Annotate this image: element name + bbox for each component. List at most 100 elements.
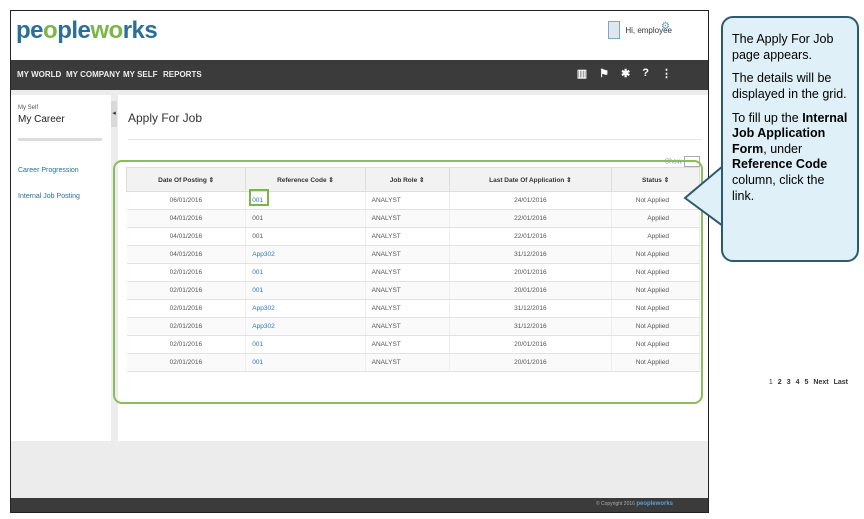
cell-date-of-posting: 06/01/2016 xyxy=(126,191,247,210)
cell-reference-code: 001 xyxy=(245,335,366,354)
help-icon[interactable]: ? xyxy=(642,67,649,80)
reference-code-link[interactable]: 001 xyxy=(252,287,263,294)
reference-code-link[interactable]: 001 xyxy=(252,359,263,366)
cell-date-of-posting: 04/01/2016 xyxy=(126,209,247,228)
callout-text: To fill up the xyxy=(732,110,803,125)
cell-last-date: 31/12/2016 xyxy=(449,317,613,336)
grid-header-row: Date Of Posting ⇕ Reference Code ⇕ Job R… xyxy=(125,167,700,192)
cell-reference-code: 001 xyxy=(245,281,366,300)
cell-last-date: 20/01/2016 xyxy=(449,281,613,300)
footer: © Copyright 2016 peopleworks xyxy=(11,498,708,512)
flag-icon[interactable]: ⚑ xyxy=(599,67,609,80)
book-icon[interactable]: ▥ xyxy=(577,67,587,80)
cell-status: Not Applied xyxy=(611,353,700,372)
cell-job-role: ANALYST xyxy=(365,191,450,210)
col-date-of-posting[interactable]: Date Of Posting ⇕ xyxy=(125,167,247,192)
logo-part: ple xyxy=(57,17,91,44)
cell-last-date: 22/01/2016 xyxy=(449,209,613,228)
cell-reference-code: App302 xyxy=(245,317,366,336)
cell-job-role: ANALYST xyxy=(365,353,450,372)
logo-part: o xyxy=(43,17,58,44)
footer-brand: peopleworks xyxy=(636,501,673,507)
cell-date-of-posting: 04/01/2016 xyxy=(126,245,247,264)
last-page-button[interactable]: Last xyxy=(834,379,848,386)
cell-last-date: 20/01/2016 xyxy=(449,263,613,282)
cell-job-role: ANALYST xyxy=(365,245,450,264)
page-4[interactable]: 4 xyxy=(796,379,800,386)
grid-body: 06/01/2016 001 ANALYST 24/01/2016 Not Applie… xyxy=(126,191,700,372)
page-5[interactable]: 5 xyxy=(805,379,809,386)
cell-date-of-posting: 02/01/2016 xyxy=(126,335,247,354)
gear-icon[interactable]: ⚙ xyxy=(661,21,670,32)
sidebar-breadcrumb: My Self xyxy=(18,105,39,111)
table-row: 04/01/2016 001 ANALYST 22/01/2016 Applied xyxy=(126,227,700,246)
nav-reports[interactable]: REPORTS xyxy=(163,70,202,79)
tools-icon[interactable]: ✱ xyxy=(621,67,630,80)
cell-status: Not Applied xyxy=(611,263,700,282)
cell-reference-code: App302 xyxy=(245,245,366,264)
cell-date-of-posting: 02/01/2016 xyxy=(126,317,247,336)
table-row: 02/01/2016 001 ANALYST 20/01/2016 Not Applie… xyxy=(126,353,700,372)
page-1[interactable]: 1 xyxy=(769,379,773,386)
logo-part: o xyxy=(108,17,124,44)
reference-code-link[interactable]: App302 xyxy=(252,305,274,312)
reference-code-link[interactable]: App302 xyxy=(252,251,274,258)
cell-reference-code: 001 xyxy=(245,227,366,246)
collapse-sidebar-handle[interactable]: ◂ xyxy=(111,101,117,127)
sidebar-item-career-progression[interactable]: Career Progression xyxy=(18,167,79,174)
reference-code-link[interactable]: 001 xyxy=(252,341,263,348)
cell-status: Not Applied xyxy=(611,245,700,264)
divider xyxy=(18,138,102,141)
cell-date-of-posting: 02/01/2016 xyxy=(126,281,247,300)
cell-job-role: ANALYST xyxy=(365,209,450,228)
callout-emphasis: Reference Code xyxy=(732,157,828,172)
table-row: 02/01/2016 App302 ANALYST 31/12/2016 Not App… xyxy=(126,317,700,336)
cell-reference-code: 001 xyxy=(245,209,366,228)
top-nav: MY WORLD MY COMPANY MY SELF REPORTS ▥ ⚑ … xyxy=(11,60,708,90)
page-2[interactable]: 2 xyxy=(778,379,782,386)
nav-icon-bar: ▥ ⚑ ✱ ? ⋮ xyxy=(577,67,672,80)
copyright-text: © Copyright 2016 xyxy=(595,501,635,507)
logo-part: rks xyxy=(122,17,158,44)
job-grid: Date Of Posting ⇕ Reference Code ⇕ Job R… xyxy=(125,167,700,372)
col-job-role[interactable]: Job Role ⇕ xyxy=(364,167,450,192)
logo-part: pe xyxy=(16,17,44,44)
cell-date-of-posting: 02/01/2016 xyxy=(126,263,247,282)
logo-part: w xyxy=(90,17,109,44)
col-reference-code[interactable]: Reference Code ⇕ xyxy=(245,167,366,192)
nav-my-world[interactable]: MY WORLD xyxy=(17,70,61,79)
callout-text: column, click the link. xyxy=(732,173,825,203)
sidebar-item-internal-job-posting[interactable]: Internal Job Posting xyxy=(18,193,80,200)
cell-date-of-posting: 04/01/2016 xyxy=(126,227,247,246)
cell-status: Not Applied xyxy=(611,299,700,318)
callout-text-3: To fill up the Internal Job Application … xyxy=(732,111,849,205)
next-page-button[interactable]: Next xyxy=(813,379,828,386)
share-icon[interactable]: ⋮ xyxy=(661,67,672,80)
table-row: 02/01/2016 001 ANALYST 20/01/2016 Not Applie… xyxy=(126,281,700,300)
cell-date-of-posting: 02/01/2016 xyxy=(126,299,247,318)
cell-date-of-posting: 02/01/2016 xyxy=(126,353,247,372)
cell-job-role: ANALYST xyxy=(365,317,450,336)
avatar xyxy=(608,21,621,39)
table-row: 02/01/2016 001 ANALYST 20/01/2016 Not Applie… xyxy=(126,335,700,354)
page-3[interactable]: 3 xyxy=(787,379,791,386)
nav-my-company[interactable]: MY COMPANY xyxy=(66,70,120,79)
cell-job-role: ANALYST xyxy=(365,263,450,282)
table-row: 04/01/2016 App302 ANALYST 31/12/2016 Not App… xyxy=(126,245,700,264)
callout-text: , under xyxy=(763,141,803,156)
divider xyxy=(128,139,702,140)
peopleworks-logo[interactable]: peopleworks xyxy=(16,17,158,45)
callout-text-1: The Apply For Job page appears. xyxy=(732,32,834,62)
nav-my-self[interactable]: MY SELF xyxy=(123,70,158,79)
col-last-date[interactable]: Last Date Of Application ⇕ xyxy=(448,167,613,192)
cell-status: Not Applied xyxy=(611,317,700,336)
cell-last-date: 22/01/2016 xyxy=(449,227,613,246)
footer-copyright: © Copyright 2016 peopleworks xyxy=(596,501,673,507)
cell-last-date: 31/12/2016 xyxy=(449,299,613,318)
reference-code-link[interactable]: App302 xyxy=(252,323,274,330)
reference-code-link[interactable]: 001 xyxy=(252,269,263,276)
cell-job-role: ANALYST xyxy=(365,227,450,246)
cell-last-date: 31/12/2016 xyxy=(449,245,613,264)
cell-last-date: 20/01/2016 xyxy=(449,353,613,372)
reference-link-highlight xyxy=(249,189,269,206)
